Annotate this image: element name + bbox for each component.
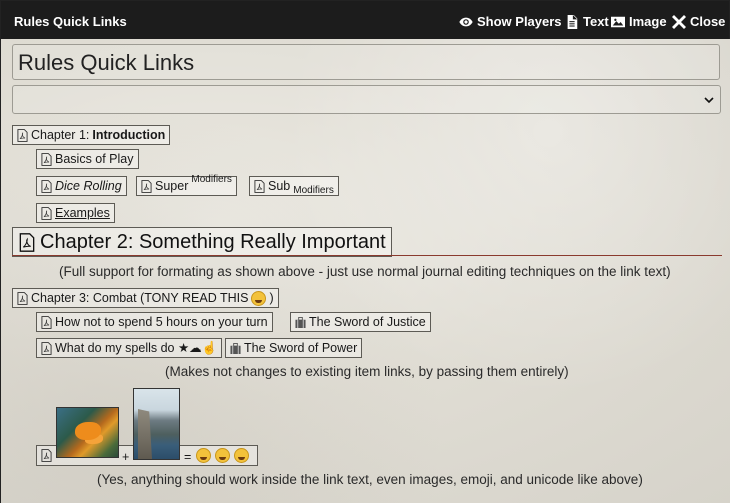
show-players-label: Show Players xyxy=(477,14,562,29)
pdf-file-icon xyxy=(41,449,52,462)
pdf-file-icon xyxy=(254,179,265,193)
angry-face-emoji-icon xyxy=(251,290,267,306)
pdf-file-icon xyxy=(41,152,52,166)
chapter-3-link[interactable]: Chapter 3: Combat (TONY READ THIS ) xyxy=(12,288,279,308)
sword-of-power-link[interactable]: The Sword of Power xyxy=(225,338,363,358)
chapter-1-bold: Introduction xyxy=(92,128,166,142)
dice-rolling-label: Dice Rolling xyxy=(55,179,122,193)
spend-turn-label: How not to spend 5 hours on your turn xyxy=(55,315,268,329)
image-button[interactable]: Image xyxy=(611,14,667,29)
image-label: Image xyxy=(629,14,667,29)
journal-window: Rules Quick Links Show Players Text Imag… xyxy=(0,0,730,503)
close-icon xyxy=(672,14,686,29)
show-players-button[interactable]: Show Players xyxy=(459,14,562,29)
pdf-file-icon xyxy=(41,341,52,355)
eye-icon xyxy=(459,17,473,26)
pdf-file-icon xyxy=(41,206,52,220)
dice-rolling-link[interactable]: Dice Rolling xyxy=(36,176,127,196)
goldfish-image xyxy=(56,407,119,458)
journal-title-input[interactable]: Rules Quick Links xyxy=(12,44,720,80)
text-button[interactable]: Text xyxy=(565,14,609,29)
sword-of-justice-link[interactable]: The Sword of Justice xyxy=(290,312,431,332)
chapter-1-link[interactable]: Chapter 1: Introduction xyxy=(12,125,171,145)
sub-label: Sub xyxy=(268,179,291,193)
chevron-down-icon xyxy=(704,97,714,104)
basics-link[interactable]: Basics of Play xyxy=(36,149,139,169)
super-label: Super xyxy=(155,179,189,193)
anything-note: (Yes, anything should work inside the li… xyxy=(97,472,643,487)
journal-content: Rules Quick Links Chapter 1: Introductio… xyxy=(1,39,730,503)
close-label: Close xyxy=(690,14,726,29)
examples-label: Examples xyxy=(55,206,110,220)
super-superscript: Modifiers xyxy=(191,174,232,185)
images-plus: + xyxy=(122,450,130,464)
chapter-1-prefix: Chapter 1: xyxy=(31,128,90,142)
spend-turn-link[interactable]: How not to spend 5 hours on your turn xyxy=(36,312,273,332)
pdf-file-icon xyxy=(17,291,28,305)
suitcase-icon xyxy=(295,316,306,328)
sub-link[interactable]: Sub Modifiers xyxy=(249,176,339,196)
chapter-3-label: Chapter 3: Combat (TONY READ THIS xyxy=(31,291,249,305)
heading-divider xyxy=(12,255,722,256)
chapter-3-end: ) xyxy=(269,291,274,305)
super-link[interactable]: Super Modifiers xyxy=(136,174,237,196)
formatting-note: (Full support for formating as shown abo… xyxy=(59,264,671,279)
laughing-emoji-icon xyxy=(215,448,230,463)
sub-subscript: Modifiers xyxy=(293,185,334,196)
journal-select[interactable] xyxy=(12,85,721,114)
pdf-file-icon xyxy=(41,315,52,329)
sword-of-power-label: The Sword of Power xyxy=(244,341,358,355)
window-title: Rules Quick Links xyxy=(14,14,127,29)
sword-of-justice-label: The Sword of Justice xyxy=(309,315,426,329)
file-text-icon xyxy=(567,14,578,29)
close-button[interactable]: Close xyxy=(672,14,725,29)
spells-label: What do my spells do ★☁☝ xyxy=(55,341,218,355)
images-equals: = xyxy=(184,450,192,464)
pdf-file-icon xyxy=(19,232,35,252)
image-icon xyxy=(611,16,625,27)
basics-label: Basics of Play xyxy=(55,152,134,166)
text-label: Text xyxy=(583,14,609,29)
items-note: (Makes not changes to existing item link… xyxy=(165,364,569,379)
chapter-2-label: Chapter 2: Something Really Important xyxy=(40,230,386,253)
pdf-file-icon xyxy=(141,179,152,193)
laughing-emoji-icon xyxy=(234,448,249,463)
spells-link[interactable]: What do my spells do ★☁☝ xyxy=(36,338,223,358)
pdf-file-icon xyxy=(41,179,52,193)
window-header[interactable]: Rules Quick Links Show Players Text Imag… xyxy=(1,1,729,39)
chapter-2-link[interactable]: Chapter 2: Something Really Important xyxy=(12,227,392,257)
examples-link[interactable]: Examples xyxy=(36,203,115,223)
cliff-image xyxy=(133,388,180,460)
suitcase-icon xyxy=(230,342,241,354)
laughing-emoji-icon xyxy=(196,448,211,463)
pdf-file-icon xyxy=(17,128,28,142)
